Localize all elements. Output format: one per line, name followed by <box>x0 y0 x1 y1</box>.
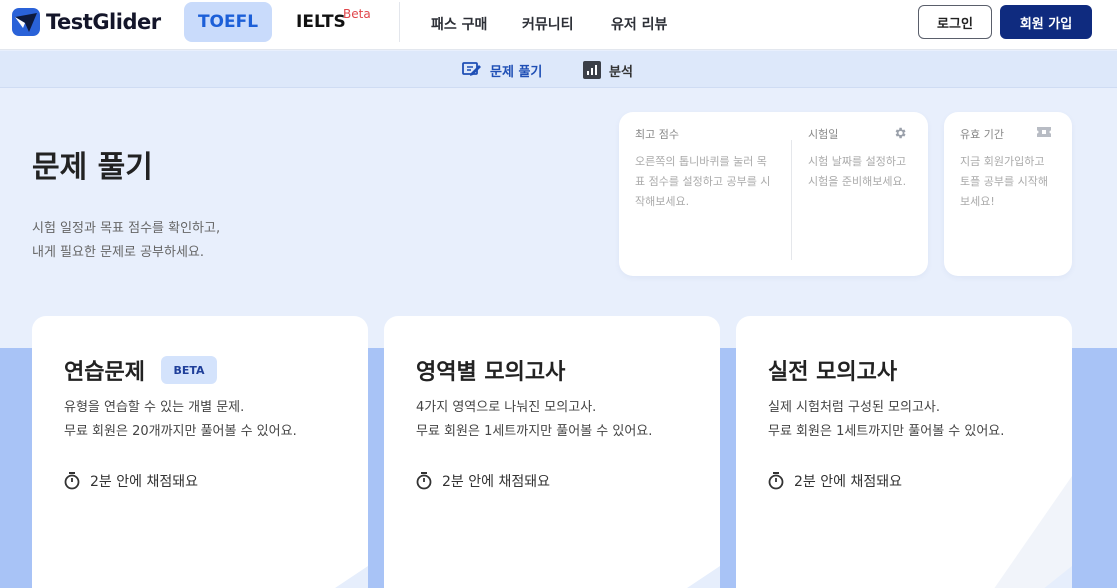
page-description: 시험 일정과 목표 점수를 확인하고, 내게 필요한 문제로 공부하세요. <box>32 217 220 265</box>
card-title: 실전 모의고사 <box>768 354 897 386</box>
validity-text-line: 지금 회원가입하고 <box>960 155 1045 168</box>
card-description-line: 유형을 연습할 수 있는 개별 문제. <box>64 400 245 415</box>
exam-date-text: 시험 날짜를 설정하고 시험을 준비해보세요. <box>808 152 918 192</box>
card-timing-text: 2분 안에 채점돼요 <box>442 474 550 490</box>
best-score-text-line: 표 점수를 설정하고 공부를 시 <box>635 175 771 188</box>
stopwatch-icon <box>64 472 80 490</box>
gear-icon[interactable] <box>893 126 907 140</box>
card-decoration <box>994 476 1072 588</box>
validity-text: 지금 회원가입하고 토플 공부를 시작해 보세요! <box>960 152 1060 212</box>
header-divider <box>399 2 400 42</box>
card-title-text: 실전 모의고사 <box>768 360 898 385</box>
section-mock-test-card[interactable]: 영역별 모의고사 4가지 영역으로 나눠진 모의고사. 무료 회원은 1세트까지… <box>384 316 720 588</box>
card-title-text: 연습문제 <box>64 360 145 385</box>
page-description-line-2: 내게 필요한 문제로 공부하세요. <box>32 245 205 260</box>
card-timing: 2분 안에 채점돼요 <box>416 471 550 491</box>
card-title: 연습문제 BETA <box>64 354 217 386</box>
card-description-line: 실제 시험처럼 구성된 모의고사. <box>768 400 941 415</box>
validity-card: 유효 기간 지금 회원가입하고 토플 공부를 시작해 보세요! <box>944 112 1072 276</box>
card-description-line: 4가지 영역으로 나눠진 모의고사. <box>416 400 597 415</box>
nav-user-reviews[interactable]: 유저 리뷰 <box>611 14 667 34</box>
card-description: 실제 시험처럼 구성된 모의고사. 무료 회원은 1세트까지만 풀어볼 수 있어… <box>768 396 1004 444</box>
validity-text-line: 토플 공부를 시작해 <box>960 175 1048 188</box>
best-score-text-line: 작해보세요. <box>635 195 690 208</box>
tab-toefl[interactable]: TOEFL <box>184 2 272 42</box>
info-divider <box>791 140 792 260</box>
practice-questions-card[interactable]: 연습문제 BETA 유형을 연습할 수 있는 개별 문제. 무료 회원은 20개… <box>32 316 368 588</box>
nav-pass-purchase[interactable]: 패스 구매 <box>431 14 487 34</box>
ielts-beta-badge: Beta <box>343 7 371 21</box>
page-description-line-1: 시험 일정과 목표 점수를 확인하고, <box>32 221 221 236</box>
top-header: TestGlider TOEFL IELTS Beta 패스 구매 커뮤니티 유… <box>0 0 1117 50</box>
validity-text-line: 보세요! <box>960 195 995 208</box>
card-description-line: 무료 회원은 20개까지만 풀어볼 수 있어요. <box>64 424 297 439</box>
exam-date-text-line: 시험 날짜를 설정하고 <box>808 155 907 168</box>
page-title: 문제 풀기 <box>32 150 153 185</box>
card-timing-text: 2분 안에 채점돼요 <box>90 474 198 490</box>
full-mock-test-card[interactable]: 실전 모의고사 실제 시험처럼 구성된 모의고사. 무료 회원은 1세트까지만 … <box>736 316 1072 588</box>
score-exam-card: 최고 점수 오른쪽의 톱니바퀴를 눌러 목 표 점수를 설정하고 공부를 시 작… <box>619 112 928 276</box>
subnav-practice-label: 문제 풀기 <box>490 64 543 80</box>
best-score-section: 최고 점수 오른쪽의 톱니바퀴를 눌러 목 표 점수를 설정하고 공부를 시 작… <box>635 126 785 212</box>
subnav-practice[interactable]: 문제 풀기 <box>462 60 542 80</box>
best-score-label: 최고 점수 <box>635 128 679 141</box>
tab-ielts[interactable]: IELTS <box>296 12 346 32</box>
card-description-line: 무료 회원은 1세트까지만 풀어볼 수 있어요. <box>768 424 1005 439</box>
card-decoration <box>687 566 720 588</box>
stopwatch-icon <box>416 472 432 490</box>
card-title: 영역별 모의고사 <box>416 354 565 386</box>
ticket-icon <box>1037 127 1051 137</box>
logo[interactable]: TestGlider <box>12 7 161 37</box>
card-description: 4가지 영역으로 나눠진 모의고사. 무료 회원은 1세트까지만 풀어볼 수 있… <box>416 396 652 444</box>
card-timing: 2분 안에 채점돼요 <box>64 471 198 491</box>
testglider-logo-icon <box>12 8 40 36</box>
stopwatch-icon <box>768 472 784 490</box>
best-score-text-line: 오른쪽의 톱니바퀴를 눌러 목 <box>635 155 767 168</box>
card-timing-text: 2분 안에 채점돼요 <box>794 474 902 490</box>
card-title-text: 영역별 모의고사 <box>416 360 566 385</box>
login-button[interactable]: 로그인 <box>918 5 992 39</box>
signup-button[interactable]: 회원 가입 <box>1000 5 1092 39</box>
card-description-line: 무료 회원은 1세트까지만 풀어볼 수 있어요. <box>416 424 653 439</box>
subnav-analysis-label: 분석 <box>609 64 633 80</box>
card-timing: 2분 안에 채점돼요 <box>768 471 902 491</box>
logo-text: TestGlider <box>46 10 161 34</box>
validity-section: 유효 기간 지금 회원가입하고 토플 공부를 시작해 보세요! <box>960 126 1060 212</box>
best-score-text: 오른쪽의 톱니바퀴를 눌러 목 표 점수를 설정하고 공부를 시 작해보세요. <box>635 152 785 212</box>
exam-date-text-line: 시험을 준비해보세요. <box>808 175 907 188</box>
sub-navigation: 문제 풀기 분석 <box>0 51 1117 88</box>
card-decoration <box>335 566 368 588</box>
nav-community[interactable]: 커뮤니티 <box>522 14 574 34</box>
subnav-analysis[interactable]: 분석 <box>583 60 633 80</box>
practice-icon <box>462 62 481 76</box>
chart-icon <box>583 61 601 79</box>
beta-badge: BETA <box>160 356 217 384</box>
card-description: 유형을 연습할 수 있는 개별 문제. 무료 회원은 20개까지만 풀어볼 수 … <box>64 396 297 444</box>
